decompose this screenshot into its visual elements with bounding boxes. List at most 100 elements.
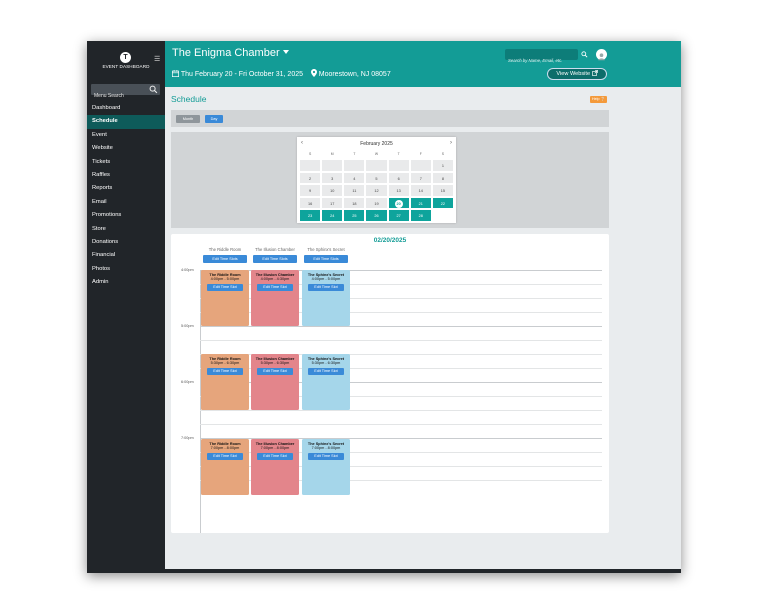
day-of-week-label: F bbox=[419, 152, 422, 156]
search-icon[interactable] bbox=[581, 51, 588, 58]
event-block[interactable]: The Illusion Chamber 7:00pm - 8:00pm Edit … bbox=[251, 439, 299, 495]
edit-time-slot-button[interactable]: Edit Time Slot bbox=[207, 452, 243, 460]
user-avatar-icon[interactable] bbox=[596, 49, 607, 61]
sidebar-item-promotions[interactable]: Promotions bbox=[87, 209, 165, 222]
room-column-header: The Illusion Chamber bbox=[255, 247, 295, 252]
sidebar-item-schedule[interactable]: Schedule bbox=[87, 115, 165, 129]
calendar-day[interactable]: 26 bbox=[365, 209, 388, 222]
edit-time-slot-button[interactable]: Edit Time Slot bbox=[257, 452, 293, 460]
edit-time-slots-button[interactable]: Edit Time Slots bbox=[203, 255, 247, 263]
event-time: 4:00pm - 4:30pm bbox=[260, 277, 290, 282]
calendar-day[interactable]: 5 bbox=[365, 171, 388, 185]
day-view: 02/20/2025 The Riddle Room Edit Time Slot… bbox=[171, 234, 609, 533]
event-block[interactable]: The Sphinx's Secret 4:00pm - 5:00pm Edit T… bbox=[302, 270, 350, 326]
sidebar-item-raffles[interactable]: Raffles bbox=[87, 169, 165, 182]
calendar-day[interactable]: 17 bbox=[321, 196, 344, 210]
edit-time-slot-button[interactable]: Edit Time Slot bbox=[308, 367, 344, 375]
calendar-day[interactable]: 25 bbox=[343, 209, 366, 222]
top-header: The Enigma Chamber Thu February 20 - Fri… bbox=[165, 41, 681, 87]
edit-time-slot-button[interactable]: Edit Time Slot bbox=[207, 283, 243, 291]
day-of-week-label: S bbox=[308, 152, 312, 156]
event-block[interactable]: The Illusion Chamber 4:00pm - 4:30pm Edit … bbox=[251, 270, 299, 326]
sidebar-item-financial[interactable]: Financial bbox=[87, 249, 165, 262]
calendar-day[interactable]: 6 bbox=[387, 171, 410, 185]
edit-time-slot-button[interactable]: Edit Time Slot bbox=[308, 283, 344, 291]
external-link-icon bbox=[591, 70, 598, 76]
menu-search-input[interactable] bbox=[94, 90, 146, 102]
event-block[interactable]: The Riddle Room 7:00pm - 8:00pm Edit Time … bbox=[201, 439, 249, 495]
help-button[interactable]: Help ❔ bbox=[590, 96, 607, 103]
event-title-dropdown[interactable]: The Enigma Chamber bbox=[172, 47, 289, 59]
event-time: 7:00pm - 8:00pm bbox=[311, 446, 341, 451]
calendar-day[interactable]: 19 bbox=[365, 196, 388, 210]
sidebar-item-dashboard[interactable]: Dashboard bbox=[87, 102, 165, 115]
event-time: 7:00pm - 8:00pm bbox=[260, 446, 290, 451]
day-of-week-label: T bbox=[353, 152, 356, 156]
sidebar-item-website[interactable]: Website bbox=[87, 142, 165, 155]
sidebar-item-tickets[interactable]: Tickets bbox=[87, 156, 165, 169]
calendar-day[interactable]: 2 bbox=[299, 171, 322, 185]
event-block[interactable]: The Riddle Room 5:30pm - 6:30pm Edit Time … bbox=[201, 354, 249, 410]
event-time: 4:00pm - 5:00pm bbox=[210, 277, 240, 282]
event-time: 4:00pm - 5:00pm bbox=[311, 277, 341, 282]
page-title: Schedule bbox=[171, 94, 207, 104]
sidebar-item-store[interactable]: Store bbox=[87, 223, 165, 236]
calendar-day[interactable]: 27 bbox=[387, 209, 410, 222]
sidebar-item-email[interactable]: Email bbox=[87, 196, 165, 209]
calendar-day[interactable]: 11 bbox=[343, 184, 366, 197]
event-block[interactable]: The Illusion Chamber 5:30pm - 6:30pm Edit … bbox=[251, 354, 299, 410]
sidebar-item-admin[interactable]: Admin bbox=[87, 276, 165, 289]
calendar-day[interactable]: 22 bbox=[431, 196, 454, 210]
calendar-day[interactable]: 8 bbox=[431, 171, 454, 185]
edit-time-slot-button[interactable]: Edit Time Slot bbox=[257, 283, 293, 291]
calendar-day[interactable]: 3 bbox=[321, 171, 344, 185]
sidebar-item-donations[interactable]: Donations bbox=[87, 236, 165, 249]
chevron-right-icon[interactable]: › bbox=[450, 140, 452, 146]
sidebar-item-photos[interactable]: Photos bbox=[87, 263, 165, 276]
edit-time-slots-button[interactable]: Edit Time Slots bbox=[304, 255, 348, 263]
sidebar-item-event[interactable]: Event bbox=[87, 129, 165, 142]
edit-time-slot-button[interactable]: Edit Time Slot bbox=[308, 452, 344, 460]
day-view-button[interactable]: Day bbox=[205, 115, 223, 123]
sidebar-item-reports[interactable]: Reports bbox=[87, 182, 165, 195]
selected-day: 20 bbox=[394, 199, 403, 208]
menu-search bbox=[91, 84, 160, 102]
edit-time-slot-button[interactable]: Edit Time Slot bbox=[207, 367, 243, 375]
event-block[interactable]: The Riddle Room 4:00pm - 5:00pm Edit Time … bbox=[201, 270, 249, 326]
calendar-day[interactable]: 1 bbox=[431, 159, 454, 172]
calendar-day[interactable]: 4 bbox=[343, 171, 366, 185]
search-icon[interactable] bbox=[149, 85, 158, 94]
view-website-button[interactable]: View Website bbox=[547, 68, 607, 80]
edit-time-slots-button[interactable]: Edit Time Slots bbox=[253, 255, 297, 263]
calendar-day[interactable]: 7 bbox=[409, 171, 432, 185]
calendar-day[interactable]: 18 bbox=[343, 196, 366, 210]
calendar-day[interactable]: 14 bbox=[409, 184, 432, 197]
time-grid-line bbox=[200, 340, 602, 341]
event-block[interactable]: The Sphinx's Secret 7:00pm - 8:00pm Edit T… bbox=[302, 439, 350, 495]
event-block[interactable]: The Sphinx's Secret 5:30pm - 6:30pm Edit T… bbox=[302, 354, 350, 410]
hamburger-menu-icon[interactable]: ☰ bbox=[154, 56, 160, 63]
calendar-empty-cell bbox=[343, 159, 366, 172]
calendar-day[interactable]: 16 bbox=[299, 196, 322, 210]
edit-time-slot-button[interactable]: Edit Time Slot bbox=[257, 367, 293, 375]
calendar-day[interactable]: 15 bbox=[431, 184, 454, 197]
sidebar: T EVENT DASHBOARD ☰ DashboardScheduleEve… bbox=[87, 41, 165, 573]
calendar-day[interactable]: 9 bbox=[299, 184, 322, 197]
calendar-day[interactable]: 20 bbox=[387, 196, 410, 210]
calendar-day[interactable]: 28 bbox=[409, 209, 432, 222]
month-view-button[interactable]: Month bbox=[176, 115, 200, 123]
hour-label: 5:00pm bbox=[181, 324, 194, 328]
global-search-input[interactable] bbox=[508, 55, 578, 66]
mini-calendar-month: February 2025 bbox=[360, 141, 393, 147]
event-location: Moorestown, NJ 08057 bbox=[318, 71, 391, 78]
calendar-day[interactable]: 13 bbox=[387, 184, 410, 197]
sidebar-nav: Dashboard Schedule Event Website Tickets Raff… bbox=[87, 102, 165, 289]
help-label: Help bbox=[592, 97, 600, 101]
calendar-day[interactable]: 12 bbox=[365, 184, 388, 197]
calendar-day[interactable]: 10 bbox=[321, 184, 344, 197]
view-toggle-bar: Month Day bbox=[171, 110, 609, 127]
calendar-day[interactable]: 21 bbox=[409, 196, 432, 210]
calendar-day[interactable]: 23 bbox=[299, 209, 322, 222]
calendar-week: 9 10 11 12 13 14 15 bbox=[299, 184, 454, 197]
calendar-day[interactable]: 24 bbox=[321, 209, 344, 222]
